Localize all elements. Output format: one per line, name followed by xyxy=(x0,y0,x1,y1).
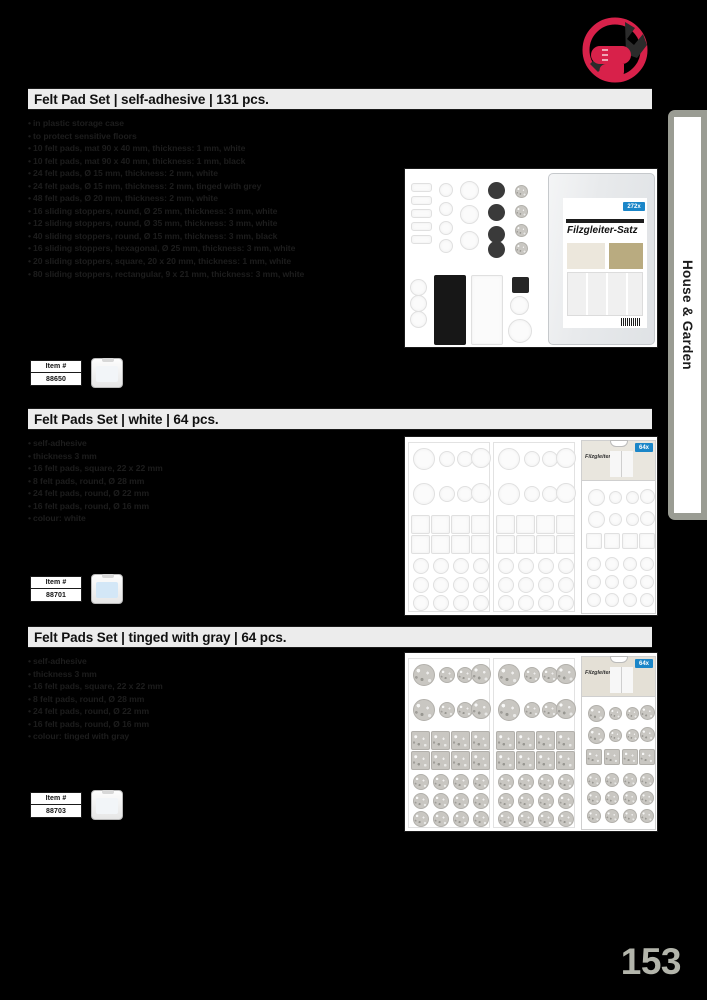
pad-sheet xyxy=(408,658,491,828)
list-item: • self-adhesive xyxy=(28,438,87,448)
item-number-tag: Item # 88701 xyxy=(30,576,82,602)
list-item: • 24 felt pads, round, Ø 22 mm xyxy=(28,706,150,717)
item-number: 88701 xyxy=(46,591,66,599)
list-item: • 20 sliding stoppers, square, 20 x 20 mm… xyxy=(28,256,292,267)
section-title: Felt Pads Set | white | 64 pcs. xyxy=(28,408,652,430)
pad-sheet xyxy=(493,442,576,612)
page-number: 153 xyxy=(620,941,682,982)
list-item: • 10 felt pads, mat 90 x 40 mm, thickness… xyxy=(28,143,246,154)
list-item: • 12 sliding stoppers, round, Ø 35 mm, th… xyxy=(28,218,278,229)
pad-sheet xyxy=(493,658,576,828)
item-label: Item # xyxy=(31,361,81,373)
list-item: • 8 felt pads, round, Ø 28 mm xyxy=(28,475,145,486)
list-item: • 40 sliding stoppers, round, Ø 15 mm, th… xyxy=(28,230,278,241)
list-item: • 80 sliding stoppers, rectangular, 9 x 2… xyxy=(28,268,305,279)
side-tab-label: House & Garden xyxy=(680,260,695,370)
list-item: • 16 sliding stoppers, hexagonal, Ø 25 mm… xyxy=(28,243,296,254)
item-number: 88650 xyxy=(46,375,66,383)
list-item: • 48 felt pads, Ø 20 mm, thickness: 2 mm,… xyxy=(28,193,218,204)
section-title: Felt Pad Set | self-adhesive | 131 pcs. xyxy=(28,88,652,110)
section-bullet-list: • in plastic storage case • to protect sen… xyxy=(28,117,388,280)
product-photo-1: 272x Filzgleiter-Satz xyxy=(404,168,658,348)
blister-package: 64x Filzgleiter-Satz xyxy=(581,656,656,830)
package-badge: 64x xyxy=(635,659,653,668)
section-bullet-list: • self-adhesive • thickness 3 mm • 16 felt … xyxy=(28,655,388,743)
list-item: • thickness 3 mm xyxy=(28,668,97,679)
section-title: Felt Pads Set | tinged with gray | 64 pc… xyxy=(28,626,652,648)
product-photo-3: 64x Filzgleiter-Satz xyxy=(404,652,658,832)
list-item: • colour: white xyxy=(28,513,86,524)
list-item: • 16 sliding stoppers, round, Ø 25 mm, th… xyxy=(28,205,278,216)
fist-with-wrench-logo xyxy=(578,14,652,84)
list-item: • 10 felt pads, mat 90 x 40 mm, thickness… xyxy=(28,155,246,166)
item-number-tag: Item # 88703 xyxy=(30,792,82,818)
list-item: • in plastic storage case xyxy=(28,118,125,128)
package-thumbnail-icon xyxy=(91,574,123,604)
list-item: • thickness 3 mm xyxy=(28,450,97,461)
product-photo-2: 64x Filzgleiter-Satz xyxy=(404,436,658,616)
list-item: • 16 felt pads, round, Ø 16 mm xyxy=(28,500,150,511)
list-item: • 16 felt pads, square, 22 x 22 mm xyxy=(28,681,163,692)
list-item: • 16 felt pads, square, 22 x 22 mm xyxy=(28,463,163,474)
list-item: • 24 felt pads, Ø 15 mm, thickness: 2 mm,… xyxy=(28,168,218,179)
list-item: • 24 felt pads, Ø 15 mm, thickness: 2 mm,… xyxy=(28,180,262,191)
list-item: • 24 felt pads, round, Ø 22 mm xyxy=(28,488,150,499)
package-title: Filzgleiter-Satz xyxy=(567,225,638,236)
package-badge: 272x xyxy=(623,202,645,211)
list-item: • self-adhesive xyxy=(28,656,87,666)
package-badge: 64x xyxy=(635,443,653,452)
list-item: • 16 felt pads, round, Ø 16 mm xyxy=(28,718,150,729)
package-thumbnail-icon xyxy=(91,790,123,820)
item-label: Item # xyxy=(31,793,81,805)
package-thumbnail-icon xyxy=(91,358,123,388)
list-item: • 8 felt pads, round, Ø 28 mm xyxy=(28,693,145,704)
item-label: Item # xyxy=(31,577,81,589)
case-label: 272x Filzgleiter-Satz xyxy=(563,198,647,328)
storage-case: 272x Filzgleiter-Satz xyxy=(548,173,655,345)
item-number-tag: Item # 88650 xyxy=(30,360,82,386)
list-item: • to protect sensitive floors xyxy=(28,130,137,141)
section-bullet-list: • self-adhesive • thickness 3 mm • 16 felt … xyxy=(28,437,388,525)
catalog-page: House & Garden Felt Pad Set | self-adhes… xyxy=(0,0,707,1000)
blister-package: 64x Filzgleiter-Satz xyxy=(581,440,656,614)
list-item: • colour: tinged with gray xyxy=(28,731,130,742)
item-number: 88703 xyxy=(46,807,66,815)
pad-sheet xyxy=(408,442,491,612)
